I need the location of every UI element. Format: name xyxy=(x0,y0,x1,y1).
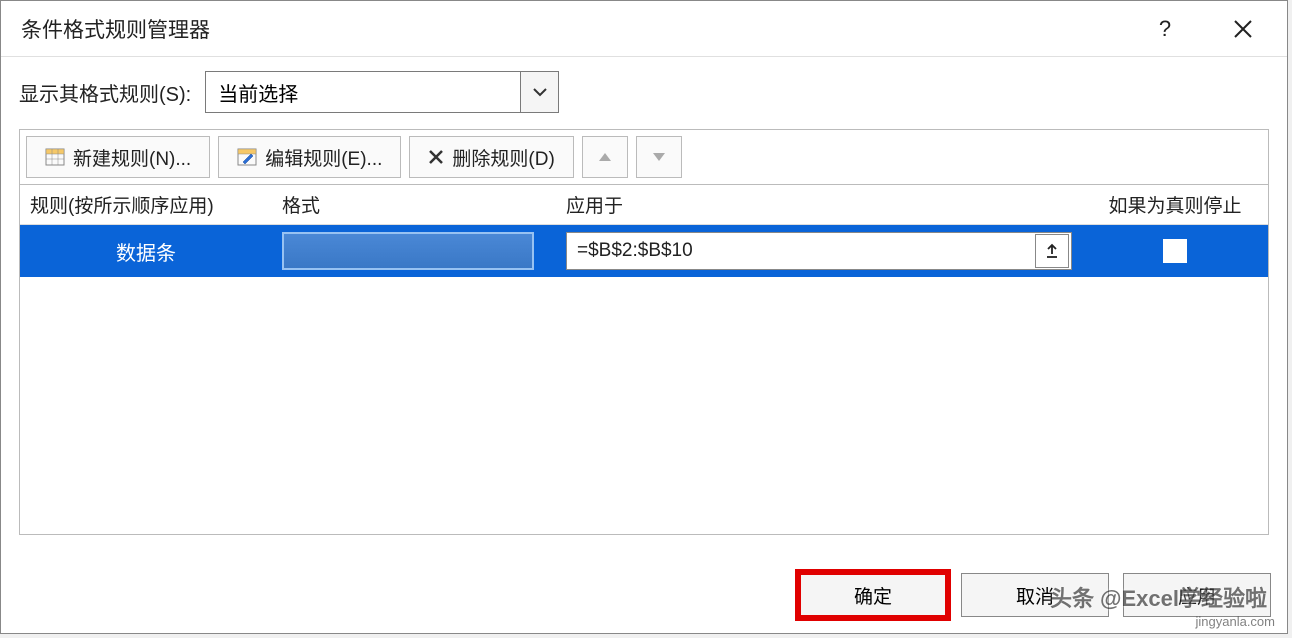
delete-rule-icon xyxy=(428,149,444,165)
rule-applies-cell xyxy=(556,225,1082,277)
show-rules-row: 显示其格式规则(S): 当前选择 xyxy=(19,71,1269,113)
new-rule-icon xyxy=(45,148,65,166)
rules-toolbar: 新建规则(N)... 编辑规则(E)... 删除规则(D) xyxy=(19,129,1269,185)
move-up-button[interactable] xyxy=(582,136,628,178)
chevron-down-icon xyxy=(533,87,547,97)
edit-rule-icon xyxy=(237,148,257,166)
titlebar: 条件格式规则管理器 ? xyxy=(1,1,1287,57)
stop-if-true-checkbox[interactable] xyxy=(1163,239,1187,263)
delete-rule-button[interactable]: 删除规则(D) xyxy=(409,136,573,178)
arrow-up-icon xyxy=(598,152,612,162)
rule-format-cell xyxy=(272,225,556,277)
applies-to-input[interactable] xyxy=(567,233,1035,269)
rules-header: 规则(按所示顺序应用) 格式 应用于 如果为真则停止 xyxy=(20,185,1268,225)
dropdown-selected: 当前选择 xyxy=(206,78,520,107)
dropdown-toggle[interactable] xyxy=(520,72,558,112)
help-icon: ? xyxy=(1159,16,1171,42)
format-preview xyxy=(282,232,534,270)
column-rule: 规则(按所示顺序应用) xyxy=(20,185,272,224)
applies-to-wrap xyxy=(566,232,1072,270)
show-rules-dropdown[interactable]: 当前选择 xyxy=(205,71,559,113)
rules-list: 规则(按所示顺序应用) 格式 应用于 如果为真则停止 数据条 xyxy=(19,185,1269,535)
rules-body: 数据条 xyxy=(20,225,1268,534)
ok-button[interactable]: 确定 xyxy=(799,573,947,617)
close-icon xyxy=(1233,19,1253,39)
new-rule-button[interactable]: 新建规则(N)... xyxy=(26,136,210,178)
column-stop-if-true: 如果为真则停止 xyxy=(1082,185,1268,224)
dialog-footer: 确定 取消 应用 xyxy=(799,573,1271,617)
edit-rule-button[interactable]: 编辑规则(E)... xyxy=(218,136,401,178)
column-format: 格式 xyxy=(272,185,556,224)
edit-rule-label: 编辑规则(E)... xyxy=(265,144,382,171)
apply-button[interactable]: 应用 xyxy=(1123,573,1271,617)
move-down-button[interactable] xyxy=(636,136,682,178)
dialog-window: 条件格式规则管理器 ? 显示其格式规则(S): 当前选择 xyxy=(0,0,1288,634)
rule-name: 数据条 xyxy=(20,225,272,277)
help-button[interactable]: ? xyxy=(1141,9,1189,49)
dialog-title: 条件格式规则管理器 xyxy=(21,14,1111,44)
range-selector-button[interactable] xyxy=(1035,234,1069,268)
cancel-button[interactable]: 取消 xyxy=(961,573,1109,617)
rule-stop-cell xyxy=(1082,225,1268,277)
new-rule-label: 新建规则(N)... xyxy=(73,144,191,171)
show-rules-label: 显示其格式规则(S): xyxy=(19,78,191,107)
rule-row[interactable]: 数据条 xyxy=(20,225,1268,277)
delete-rule-label: 删除规则(D) xyxy=(452,144,554,171)
close-button[interactable] xyxy=(1219,9,1267,49)
range-selector-icon xyxy=(1044,243,1060,259)
column-applies-to: 应用于 xyxy=(556,185,1082,224)
dialog-content: 显示其格式规则(S): 当前选择 新建规则(N)... xyxy=(1,57,1287,535)
arrow-down-icon xyxy=(652,152,666,162)
